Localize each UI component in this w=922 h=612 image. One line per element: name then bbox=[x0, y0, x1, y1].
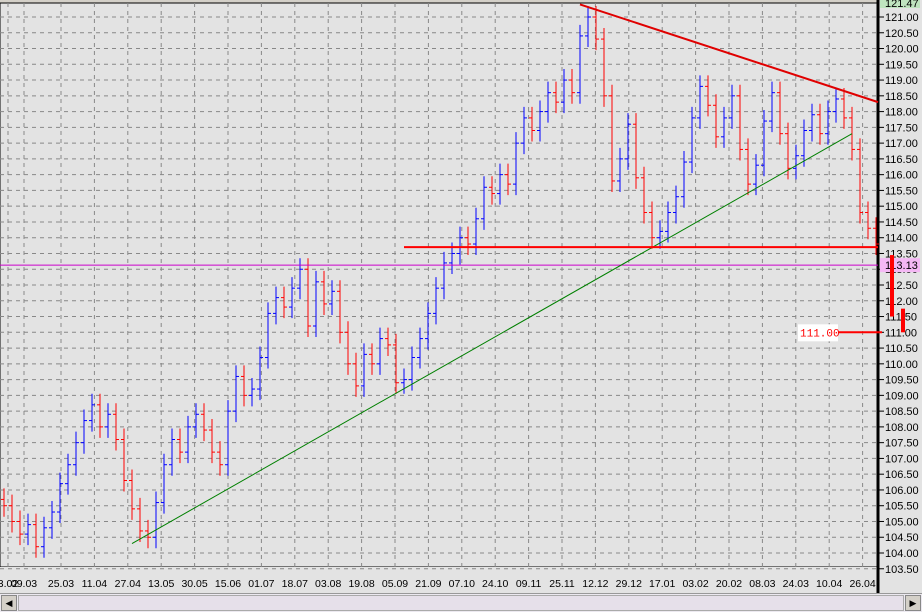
y-tick-label: 107.00 bbox=[885, 453, 919, 465]
y-tick-label: 106.00 bbox=[885, 485, 919, 497]
x-tick-label: 29.12 bbox=[616, 578, 642, 590]
x-tick-label: 08.03 bbox=[749, 578, 775, 590]
x-tick-label: 01.07 bbox=[248, 578, 274, 590]
scroll-left-button[interactable]: ◀ bbox=[1, 595, 17, 611]
y-tick-label: 110.50 bbox=[885, 343, 918, 355]
y-tick-label: 119.00 bbox=[885, 75, 918, 87]
x-tick-label: 20.02 bbox=[716, 578, 742, 590]
y-tick-label: 117.00 bbox=[885, 138, 918, 150]
y-tick-label: 106.50 bbox=[885, 469, 919, 481]
y-tick-label: 115.50 bbox=[885, 185, 918, 197]
x-tick-label: 11.04 bbox=[82, 578, 108, 590]
y-tick-label: 120.00 bbox=[885, 44, 919, 56]
y-tick-label: 107.50 bbox=[885, 438, 919, 450]
x-tick-label: 24.03 bbox=[783, 578, 809, 590]
y-tick-label: 119.50 bbox=[885, 59, 918, 71]
y-tick-label: 114.50 bbox=[885, 217, 918, 229]
scroll-right-button[interactable]: ▶ bbox=[905, 595, 921, 611]
x-tick-label: 03.08 bbox=[315, 578, 341, 590]
y-tick-label: 105.50 bbox=[885, 501, 919, 513]
x-tick-label: 17.01 bbox=[649, 578, 675, 590]
x-tick-label: 10.04 bbox=[816, 578, 842, 590]
x-tick-label: 15.06 bbox=[215, 578, 241, 590]
x-tick-label: 05.09 bbox=[382, 578, 408, 590]
last-high-label: 121.47 bbox=[885, 0, 919, 10]
x-tick-label: 26.04 bbox=[849, 578, 875, 590]
x-tick-label: 09.03 bbox=[11, 578, 37, 590]
x-tick-label: 07.10 bbox=[449, 578, 475, 590]
x-tick-label: 25.03 bbox=[48, 578, 74, 590]
level-label: 113.13 bbox=[885, 260, 918, 272]
y-tick-label: 118.00 bbox=[885, 107, 918, 119]
x-tick-label: 19.08 bbox=[348, 578, 374, 590]
y-tick-label: 109.50 bbox=[885, 375, 919, 387]
y-tick-label: 117.50 bbox=[885, 122, 918, 134]
x-tick-label: 30.05 bbox=[181, 578, 207, 590]
y-tick-label: 121.00 bbox=[885, 12, 919, 24]
y-tick-label: 104.00 bbox=[885, 548, 919, 560]
y-tick-label: 110.00 bbox=[885, 359, 918, 371]
x-tick-label: 24.10 bbox=[482, 578, 508, 590]
y-tick-label: 108.00 bbox=[885, 422, 919, 434]
price-chart: 103.50 104.00 104.50 105.00 105.50 106.00 106.… bbox=[0, 0, 922, 593]
scrollbar-thumb[interactable] bbox=[18, 595, 904, 611]
x-tick-label: 09.11 bbox=[516, 578, 542, 590]
y-tick-label: 115.00 bbox=[885, 201, 918, 213]
target-label: 111.00 bbox=[800, 328, 840, 340]
horizontal-scrollbar[interactable]: ◀ ▶ bbox=[0, 593, 922, 612]
y-tick-label: 105.00 bbox=[885, 516, 919, 528]
x-tick-label: 25.11 bbox=[549, 578, 575, 590]
y-tick-label: 112.50 bbox=[885, 280, 918, 292]
y-tick-label: 114.00 bbox=[885, 233, 918, 245]
x-tick-label: 18.07 bbox=[282, 578, 308, 590]
x-tick-label: 21.09 bbox=[415, 578, 441, 590]
y-tick-label: 104.50 bbox=[885, 532, 919, 544]
y-tick-label: 109.00 bbox=[885, 390, 919, 402]
y-tick-label: 112.00 bbox=[885, 296, 918, 308]
y-tick-label: 103.50 bbox=[885, 564, 919, 576]
x-tick-label: 27.04 bbox=[115, 578, 141, 590]
y-tick-label: 120.50 bbox=[885, 28, 919, 40]
x-tick-label: 03.02 bbox=[682, 578, 708, 590]
y-tick-label: 116.00 bbox=[885, 170, 918, 182]
x-tick-label: 13.05 bbox=[148, 578, 174, 590]
y-tick-label: 118.50 bbox=[885, 91, 918, 103]
y-tick-label: 116.50 bbox=[885, 154, 918, 166]
y-tick-label: 108.50 bbox=[885, 406, 919, 418]
x-tick-label: 12.12 bbox=[582, 578, 608, 590]
